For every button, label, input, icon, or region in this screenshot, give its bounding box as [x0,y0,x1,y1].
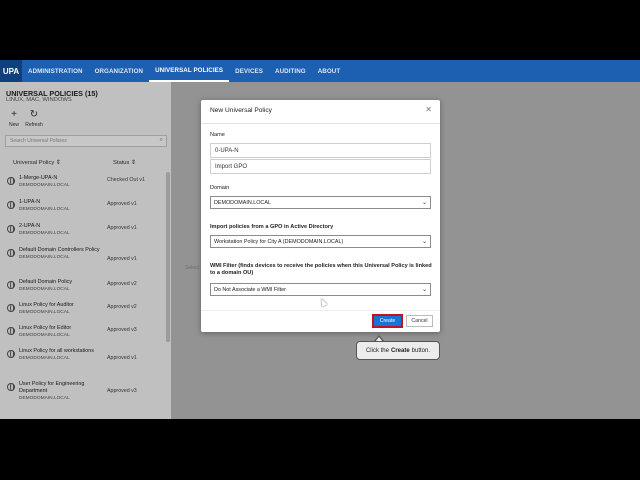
close-icon[interactable]: ✕ [425,105,432,114]
wmi-filter-label: WMI Filter (finds devices to receive the… [210,263,432,276]
description-field[interactable]: Import GPO [210,159,431,174]
cancel-button[interactable]: Cancel [406,315,433,327]
domain-select-value: DEMODOMAIN.LOCAL [214,200,271,206]
tooltip-prefix: Click the [365,347,389,354]
create-button[interactable]: Create [372,314,403,328]
app-window: UPA ADMINISTRATION ORGANIZATION UNIVERSA… [0,60,640,419]
nav-administration[interactable]: ADMINISTRATION [22,60,89,82]
dialog-title: New Universal Policy [210,107,272,114]
name-field[interactable]: 0-UPA-N [210,143,431,158]
nav-universal-policies[interactable]: UNIVERSAL POLICIES [149,60,230,82]
tooltip-suffix: button. [411,347,431,354]
chevron-down-icon: ⌄ [421,287,427,293]
new-universal-policy-dialog: New Universal Policy ✕ Name 0-UPA-N Impo… [201,100,440,332]
tooltip-bold: Create [390,347,410,354]
import-gpo-select[interactable]: Workstation Policy for City A (DEMODOMAI… [210,235,431,248]
import-gpo-label: Import policies from a GPO in Active Dir… [210,224,334,230]
import-gpo-select-value: Workstation Policy for City A (DEMODOMAI… [214,239,344,245]
name-label: Name [210,132,225,138]
top-navigation-bar: UPA ADMINISTRATION ORGANIZATION UNIVERSA… [0,60,640,82]
wmi-filter-select[interactable]: Do Not Associate a WMI Filter ⌄ [210,283,431,296]
dialog-footer-divider [201,310,440,311]
dialog-divider [201,123,440,124]
nav-devices[interactable]: DEVICES [229,60,269,82]
wmi-filter-select-value: Do Not Associate a WMI Filter [214,287,286,293]
domain-select[interactable]: DEMODOMAIN.LOCAL ⌄ [210,196,431,209]
chevron-down-icon: ⌄ [421,239,427,245]
nav-about[interactable]: ABOUT [312,60,347,82]
instruction-tooltip: Click the Create button. [356,341,440,360]
app-logo: UPA [0,60,22,82]
nav-auditing[interactable]: AUDITING [269,60,312,82]
nav-organization[interactable]: ORGANIZATION [89,60,150,82]
domain-label: Domain [210,185,230,191]
chevron-down-icon: ⌄ [421,200,427,206]
